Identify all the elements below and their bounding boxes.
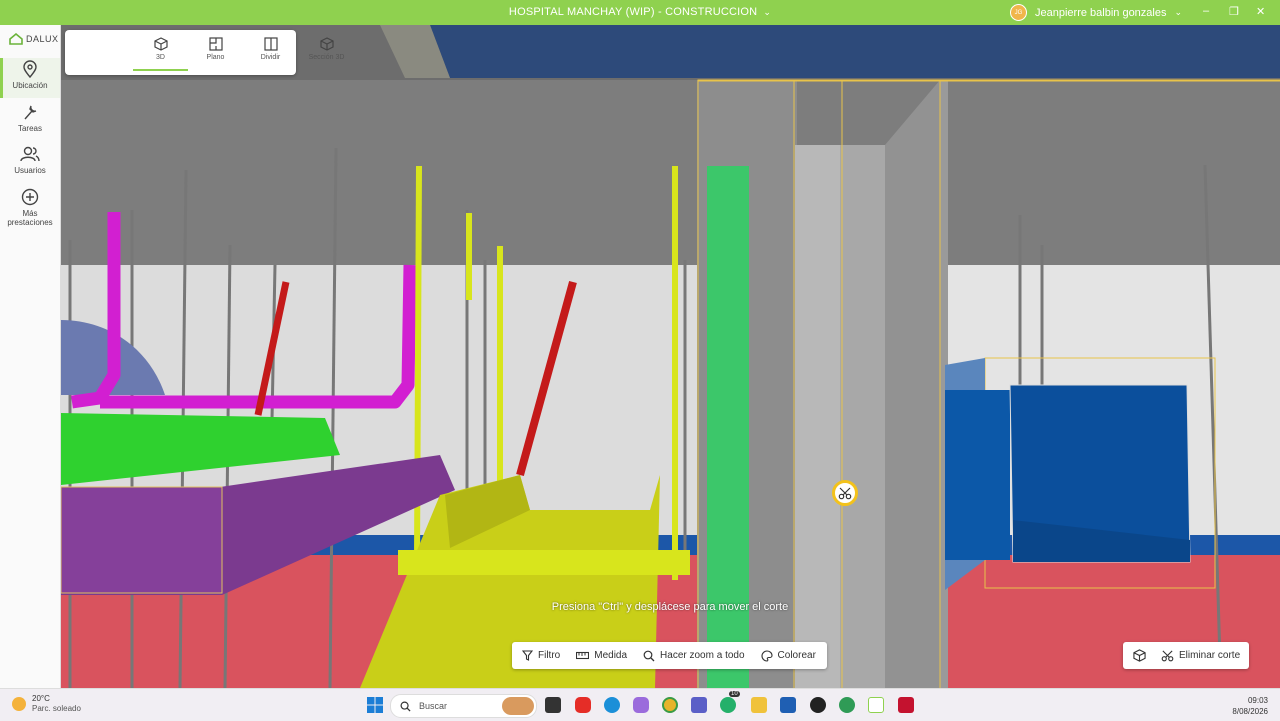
chevron-down-icon: ⌄ <box>1174 7 1183 17</box>
title-bar: HOSPITAL MANCHAY (WIP) - CONSTRUCCION ⌄ J… <box>0 0 1280 25</box>
app-icon[interactable] <box>810 697 826 713</box>
restore-icon[interactable]: ❐ <box>1229 5 1239 18</box>
weather-text: Parc. soleado <box>32 704 81 713</box>
plus-circle-icon <box>21 188 39 206</box>
tab-dividir[interactable]: Dividir <box>243 37 298 61</box>
scissors-icon <box>838 487 852 500</box>
minimize-icon[interactable]: – <box>1203 5 1209 17</box>
taskbar-clock[interactable]: 09:03 8/08/2026 <box>1232 695 1268 717</box>
edge-icon[interactable] <box>604 697 620 713</box>
yellow-tray-support <box>398 550 690 575</box>
sidebar-item-ubicacion[interactable]: Ubicación <box>0 58 60 98</box>
search-icon <box>400 701 411 712</box>
home-logo-icon <box>9 33 23 45</box>
bottom-toolbar: Filtro Medida Hacer zoom a todo Colorear <box>512 642 827 669</box>
scissors-icon <box>1161 650 1174 662</box>
purple-duct-front <box>61 486 223 594</box>
project-title: HOSPITAL MANCHAY (WIP) - CONSTRUCCION <box>508 6 758 18</box>
location-pin-icon <box>23 60 37 78</box>
close-icon[interactable]: ✕ <box>1256 5 1265 18</box>
section-cut-hint: Presiona "Ctrl" y desplácese para mover … <box>551 601 789 613</box>
remove-cut-button[interactable]: Eliminar corte <box>1161 649 1240 662</box>
wrench-icon <box>24 105 37 120</box>
tab-3d[interactable]: 3D <box>133 37 188 71</box>
sidebar-item-tareas[interactable]: Tareas <box>0 103 60 133</box>
blue-ceiling-slab <box>430 25 1280 78</box>
filter-button[interactable]: Filtro <box>522 650 560 661</box>
time: 09:03 <box>1247 696 1268 705</box>
magnifier-icon <box>643 650 655 661</box>
measure-button[interactable]: Medida <box>576 650 627 661</box>
chevron-down-icon: ⌄ <box>763 7 772 17</box>
sidebar-item-usuarios[interactable]: Usuarios <box>0 145 60 175</box>
bim-model-scene[interactable] <box>61 25 1280 688</box>
sun-cloud-icon <box>12 697 26 711</box>
chrome-icon[interactable] <box>662 697 678 713</box>
colorize-button[interactable]: Colorear <box>761 649 816 662</box>
user-name: Jeanpierre balbin gonzales <box>1035 6 1167 19</box>
windows-start-icon[interactable] <box>367 697 383 713</box>
youtube-icon[interactable] <box>575 697 591 713</box>
dalux-logo: DALUX <box>9 33 59 45</box>
weather-widget[interactable]: 20°C Parc. soleado <box>12 694 81 714</box>
users-icon <box>20 146 40 162</box>
floorplan-icon <box>208 37 223 51</box>
teams-icon[interactable] <box>691 697 707 713</box>
copilot-icon[interactable] <box>633 697 649 713</box>
notification-badge: 10 <box>729 691 740 697</box>
tab-plano[interactable]: Plano <box>188 37 243 61</box>
dalux-taskbar-icon[interactable] <box>868 697 884 713</box>
file-explorer-icon[interactable] <box>751 697 767 713</box>
ruler-icon <box>576 651 590 660</box>
temperature: 20°C <box>32 694 50 703</box>
model-viewport[interactable] <box>61 25 1280 688</box>
store-icon[interactable] <box>780 697 796 713</box>
ceiling-plane <box>61 80 1280 270</box>
acrobat-icon[interactable] <box>898 697 914 713</box>
filter-icon <box>522 650 533 661</box>
avatar: JG <box>1010 4 1027 21</box>
taskbar-search[interactable]: Buscar <box>390 694 537 718</box>
view-mode-tabs: 3D Plano Dividir Sección 3D <box>65 30 344 75</box>
task-view-icon[interactable] <box>545 697 561 713</box>
date: 8/08/2026 <box>1232 707 1268 716</box>
user-menu[interactable]: JG Jeanpierre balbin gonzales ⌄ <box>1010 4 1182 21</box>
section-cube-icon <box>319 37 334 51</box>
windows-taskbar: 20°C Parc. soleado Buscar 10 09:03 8/08/… <box>0 688 1280 721</box>
tab-seccion-3d[interactable]: Sección 3D <box>299 37 354 61</box>
cube-icon <box>1133 649 1146 662</box>
palette-icon <box>761 649 773 662</box>
sidebar: DALUX Ubicación Tareas Usuarios Más pres… <box>0 25 61 688</box>
whatsapp-icon[interactable]: 10 <box>720 691 740 713</box>
section-cut-handle[interactable] <box>832 480 858 506</box>
chrome-profile-icon[interactable] <box>839 697 855 713</box>
cube-icon <box>153 37 168 51</box>
blue-duct-left <box>945 390 1010 560</box>
search-highlight-icon <box>502 697 534 715</box>
section-toolbar: Eliminar corte <box>1123 642 1249 669</box>
sidebar-item-mas-prestaciones[interactable]: Más prestaciones <box>0 188 60 227</box>
column-4 <box>885 80 940 688</box>
zoom-all-button[interactable]: Hacer zoom a todo <box>643 650 745 662</box>
section-cube-button[interactable] <box>1133 649 1151 662</box>
split-icon <box>263 37 278 51</box>
